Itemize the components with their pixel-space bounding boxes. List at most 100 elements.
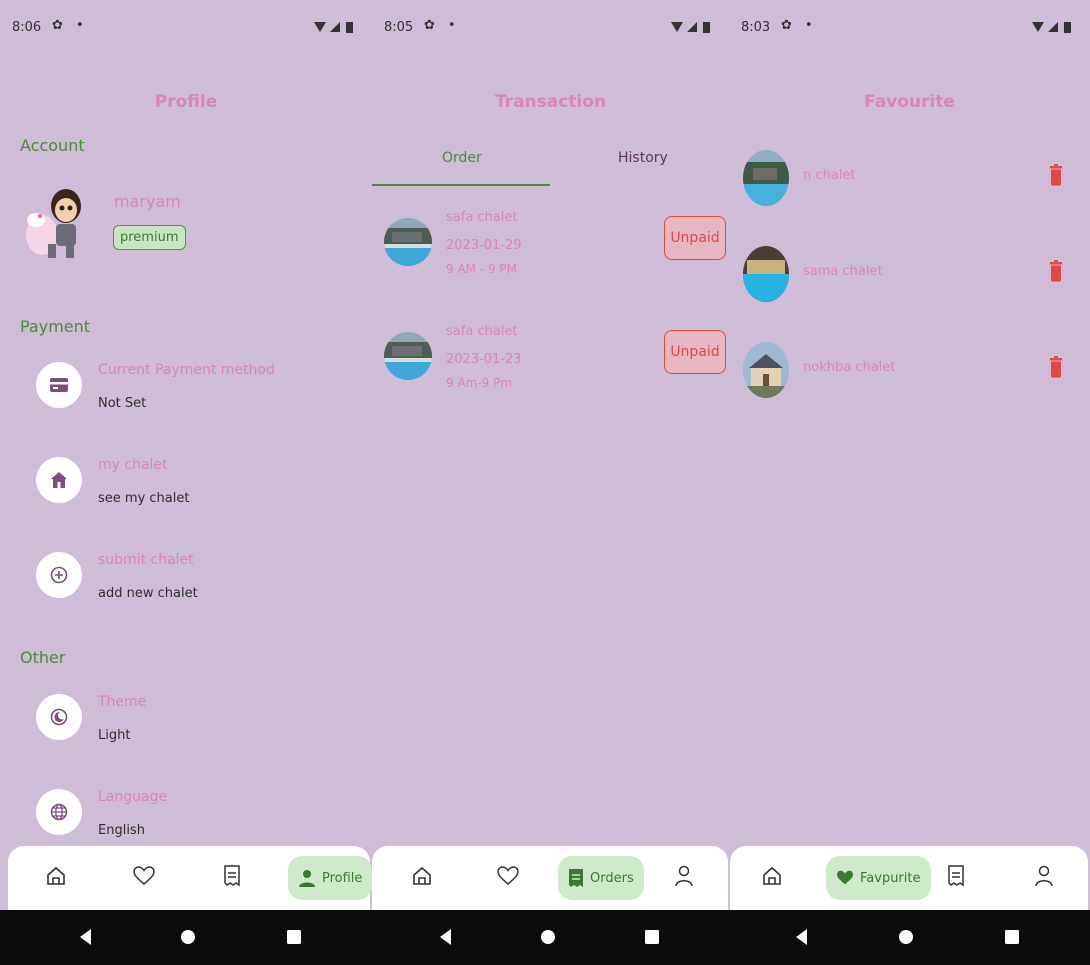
tab-order[interactable]: Order xyxy=(442,150,482,166)
chalet-thumbnail xyxy=(743,150,789,206)
profile-screen: 8:06 ✿ • Profile Account maryam premium xyxy=(0,0,372,910)
user-avatar xyxy=(26,189,81,258)
credit-card-icon xyxy=(36,362,82,408)
favourite-name: n chalet xyxy=(803,168,856,183)
setting-label: my chalet xyxy=(98,457,168,473)
person-icon[interactable] xyxy=(670,862,698,890)
status-time: 8:05 xyxy=(384,20,414,35)
bottom-nav-orders: Orders xyxy=(372,846,728,910)
back-icon[interactable] xyxy=(792,927,812,947)
order-chalet-name: safa chalet xyxy=(446,324,518,339)
setting-submit-chalet[interactable]: submit chalet add new chalet xyxy=(36,552,356,612)
page-title: Transaction xyxy=(494,92,607,112)
page-title: Favourite xyxy=(864,92,955,112)
notification-dot-icon: • xyxy=(448,18,456,33)
home-icon[interactable] xyxy=(408,862,436,890)
receipt-icon[interactable] xyxy=(942,862,970,890)
page-title: Profile xyxy=(154,92,218,112)
wifi-signal-battery-icon xyxy=(314,22,353,33)
setting-value: Not Set xyxy=(98,396,147,411)
favourite-item[interactable]: sama chalet xyxy=(743,246,1073,306)
back-icon[interactable] xyxy=(76,927,96,947)
delete-icon[interactable] xyxy=(1049,164,1063,186)
settings-gear-icon: ✿ xyxy=(781,18,792,33)
favourite-item[interactable]: n chalet xyxy=(743,150,1073,210)
receipt-icon[interactable] xyxy=(218,862,246,890)
favourite-item[interactable]: nokhba chalet xyxy=(743,342,1073,402)
order-item[interactable]: safa chalet 2023-01-29 9 AM - 9 PM Unpai… xyxy=(384,210,726,280)
status-bar: 8:03 ✿ • xyxy=(741,18,1080,38)
nav-active-label: Orders xyxy=(590,870,634,886)
setting-label: Language xyxy=(98,789,168,805)
back-icon[interactable] xyxy=(436,927,456,947)
home-icon[interactable] xyxy=(758,862,786,890)
system-navigation-bar xyxy=(0,910,1090,965)
order-item[interactable]: safa chalet 2023-01-23 9 Am-9 Pm Unpaid xyxy=(384,324,726,394)
unpaid-status-button[interactable]: Unpaid xyxy=(664,216,726,260)
setting-value: see my chalet xyxy=(98,491,190,506)
status-time: 8:06 xyxy=(12,20,42,35)
setting-value: add new chalet xyxy=(98,586,198,601)
setting-language[interactable]: Language English xyxy=(36,789,356,849)
moon-icon xyxy=(36,694,82,740)
setting-my-chalet[interactable]: my chalet see my chalet xyxy=(36,457,356,517)
tab-history[interactable]: History xyxy=(618,150,668,166)
globe-icon xyxy=(36,789,82,835)
status-time: 8:03 xyxy=(741,20,771,35)
nav-profile-active[interactable]: Profile xyxy=(288,856,373,900)
home-circle-icon[interactable] xyxy=(896,927,916,947)
active-tab-indicator xyxy=(372,184,550,186)
person-icon[interactable] xyxy=(1030,862,1058,890)
home-icon[interactable] xyxy=(42,862,70,890)
favourite-screen: 8:03 ✿ • Favourite n chalet sama chalet … xyxy=(729,0,1090,910)
notification-dot-icon: • xyxy=(76,18,84,33)
bottom-nav-favourite: Favpurite xyxy=(730,846,1088,910)
order-hours: 9 Am-9 Pm xyxy=(446,376,513,390)
nav-active-label: Favpurite xyxy=(860,870,921,886)
section-other: Other xyxy=(20,648,66,667)
notification-dot-icon: • xyxy=(805,18,813,33)
nav-active-label: Profile xyxy=(322,870,363,886)
user-name: maryam xyxy=(114,192,181,211)
recents-icon[interactable] xyxy=(284,927,304,947)
heart-icon[interactable] xyxy=(130,862,158,890)
bottom-nav-profile: Profile xyxy=(8,846,373,910)
status-bar: 8:06 ✿ • xyxy=(12,18,362,38)
chalet-thumbnail xyxy=(743,342,789,398)
setting-value: Light xyxy=(98,728,131,743)
section-account: Account xyxy=(20,136,85,155)
delete-icon[interactable] xyxy=(1049,356,1063,378)
person-icon xyxy=(299,870,315,887)
section-payment: Payment xyxy=(20,317,91,336)
settings-gear-icon: ✿ xyxy=(424,18,435,33)
setting-label: Current Payment method xyxy=(98,362,275,378)
add-circle-icon xyxy=(36,552,82,598)
setting-payment-method[interactable]: Current Payment method Not Set xyxy=(36,362,356,422)
nav-favourite-active[interactable]: Favpurite xyxy=(826,856,931,900)
settings-gear-icon: ✿ xyxy=(52,18,63,33)
home-circle-icon[interactable] xyxy=(178,927,198,947)
nav-orders-active[interactable]: Orders xyxy=(558,856,644,900)
favourite-name: nokhba chalet xyxy=(803,360,896,375)
order-date: 2023-01-29 xyxy=(446,238,522,253)
orders-screen: 8:05 ✿ • Transaction Order History safa … xyxy=(372,0,729,910)
setting-value: English xyxy=(98,823,145,838)
chalet-thumbnail xyxy=(384,218,432,266)
setting-theme[interactable]: Theme Light xyxy=(36,694,356,754)
delete-icon[interactable] xyxy=(1049,260,1063,282)
order-hours: 9 AM - 9 PM xyxy=(446,262,518,276)
premium-badge: premium xyxy=(113,225,186,250)
unpaid-status-button[interactable]: Unpaid xyxy=(664,330,726,374)
recents-icon[interactable] xyxy=(1002,927,1022,947)
recents-icon[interactable] xyxy=(642,927,662,947)
chalet-thumbnail xyxy=(743,246,789,302)
favourite-name: sama chalet xyxy=(803,264,883,279)
setting-label: Theme xyxy=(98,694,147,710)
heart-icon[interactable] xyxy=(494,862,522,890)
receipt-icon xyxy=(569,869,583,887)
home-icon xyxy=(36,457,82,503)
order-date: 2023-01-23 xyxy=(446,352,522,367)
status-bar: 8:05 ✿ • xyxy=(384,18,719,38)
home-circle-icon[interactable] xyxy=(538,927,558,947)
app-screenshots: 8:06 ✿ • Profile Account maryam premium xyxy=(0,0,1090,965)
